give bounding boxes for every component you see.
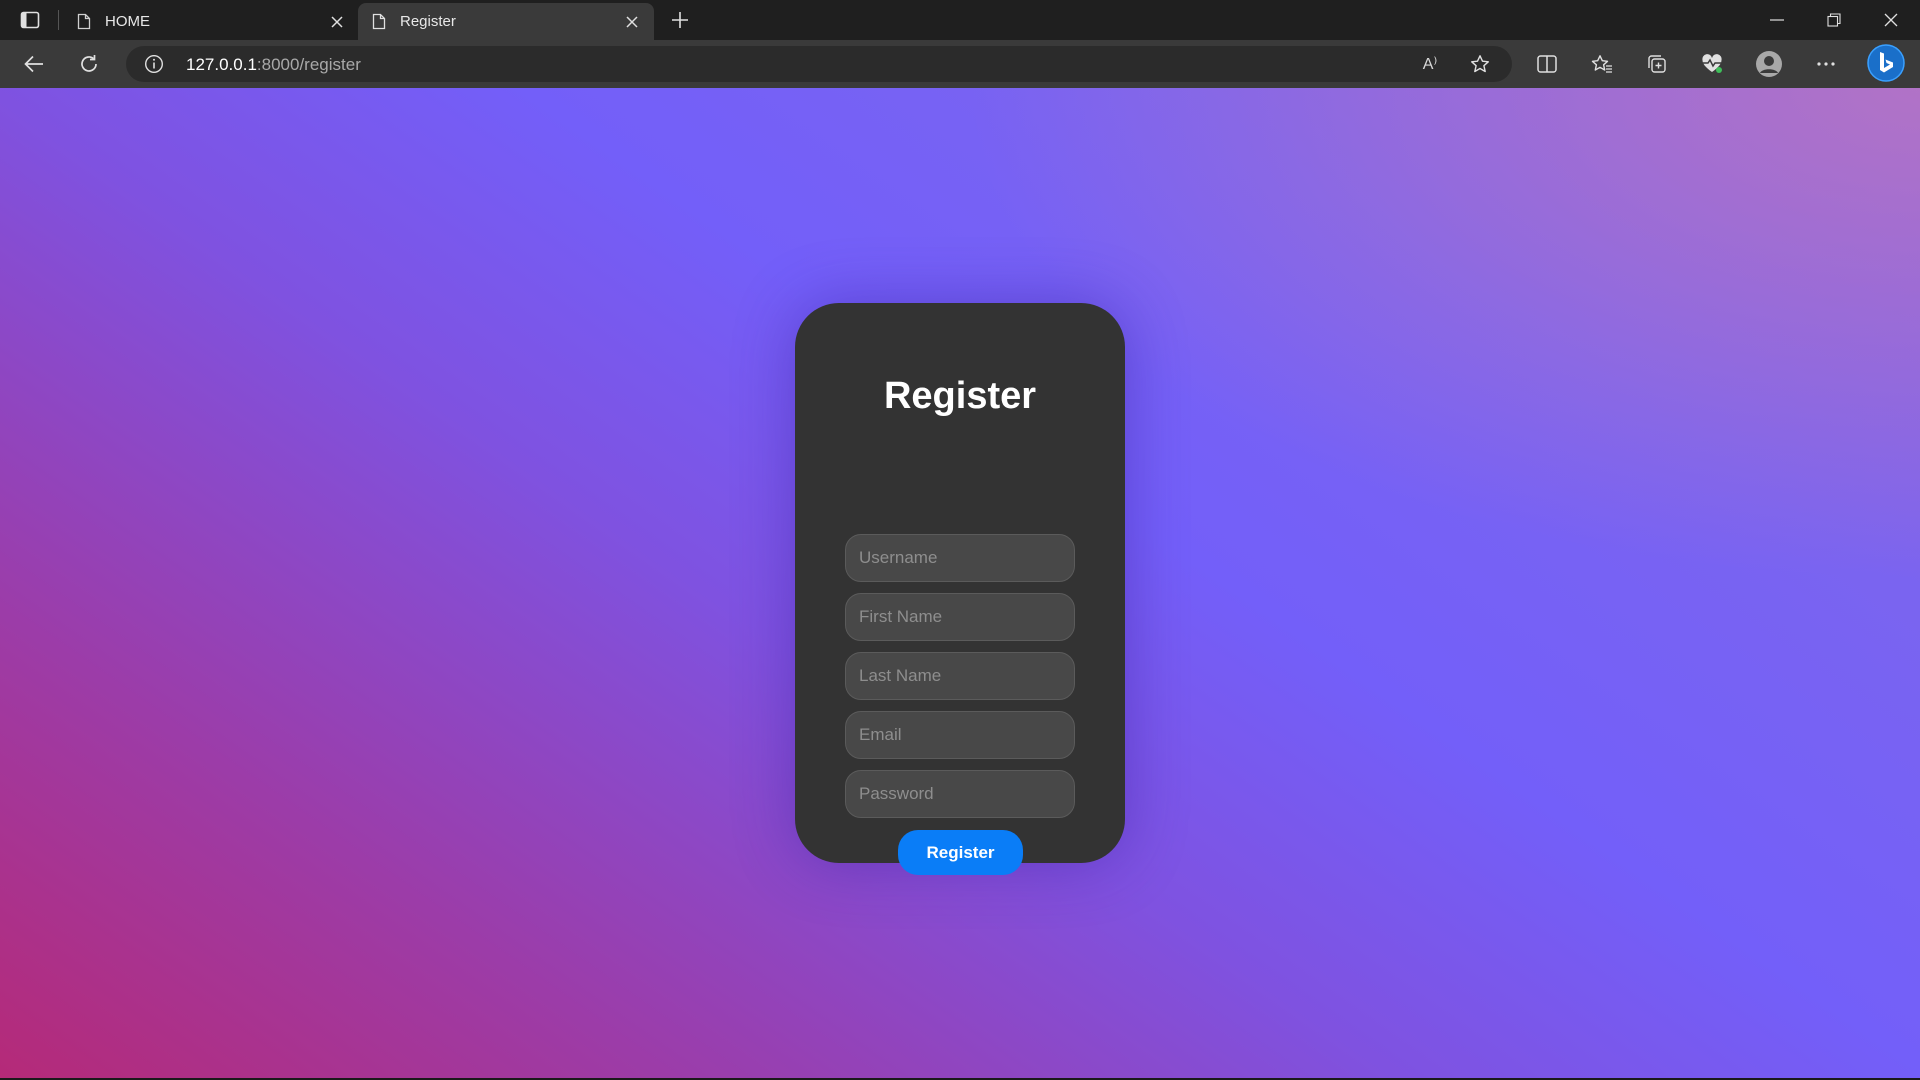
refresh-icon[interactable] [71,48,107,80]
more-icon[interactable] [1808,48,1844,80]
close-icon[interactable] [620,10,644,34]
tab-title: HOME [105,13,150,30]
close-icon[interactable] [325,10,349,34]
tab-title: Register [400,13,456,30]
register-button[interactable]: Register [898,830,1023,875]
read-aloud-icon[interactable]: A⁾ [1414,50,1446,78]
last-name-field[interactable] [845,652,1075,700]
page-icon [370,13,388,31]
profile-icon[interactable] [1751,48,1787,80]
close-window-icon[interactable] [1862,0,1920,40]
restore-icon[interactable] [1805,0,1863,40]
page-title: Register [883,375,1037,417]
register-card: Register Register [795,303,1125,875]
tab-strip: HOME Register [0,0,1920,40]
favorites-icon[interactable] [1584,48,1620,80]
bing-icon[interactable] [1866,43,1906,83]
tab-home[interactable]: HOME [63,3,359,40]
address-bar[interactable]: 127.0.0.1:8000/register A⁾ [126,46,1512,82]
split-screen-icon[interactable] [1529,48,1565,80]
url-text[interactable]: 127.0.0.1:8000/register [186,55,361,75]
heart-pulse-icon[interactable] [1694,48,1730,80]
email-field[interactable] [845,711,1075,759]
password-field[interactable] [845,770,1075,818]
tab-separator [58,10,59,30]
tab-actions-icon[interactable] [14,6,46,34]
plus-icon[interactable] [664,6,696,34]
star-icon[interactable] [1464,50,1496,78]
back-arrow-icon[interactable] [16,48,52,80]
collections-icon[interactable] [1639,48,1675,80]
page-icon [75,13,93,31]
username-field[interactable] [845,534,1075,582]
info-icon[interactable] [144,54,164,74]
tab-register[interactable]: Register [358,3,654,40]
first-name-field[interactable] [845,593,1075,641]
page-viewport: Register Register [0,88,1920,1078]
browser-toolbar: 127.0.0.1:8000/register A⁾ [0,40,1920,88]
minimize-icon[interactable] [1748,0,1806,40]
